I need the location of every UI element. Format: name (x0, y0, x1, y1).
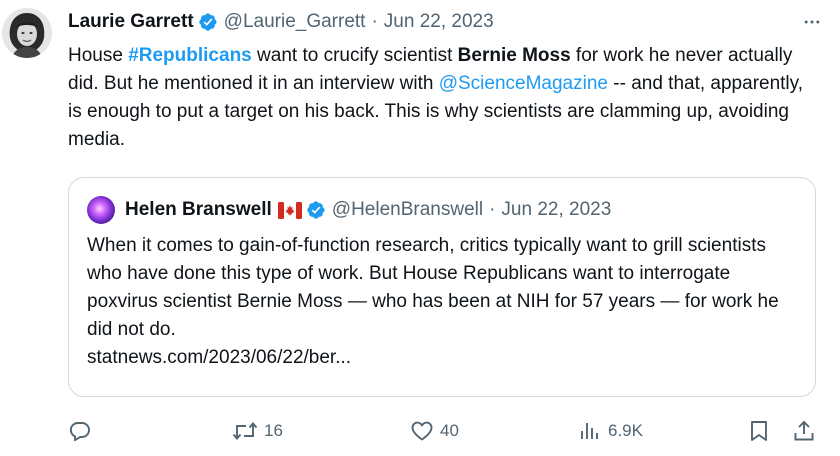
reply-button[interactable] (68, 414, 92, 448)
quote-author-name[interactable]: Helen Branswell (125, 199, 272, 221)
more-icon[interactable] (798, 8, 826, 36)
like-button[interactable]: 40 (410, 414, 459, 448)
bookmark-button[interactable] (748, 414, 770, 448)
quote-text: When it comes to gain-of-function resear… (87, 232, 799, 372)
tweet-header: Laurie Garrett @Laurie_Garrett · Jun 22,… (68, 8, 826, 36)
author-handle[interactable]: @Laurie_Garrett (224, 11, 366, 33)
tweet-content: Laurie Garrett @Laurie_Garrett · Jun 22,… (68, 8, 826, 154)
tweet-text-part: want to crucify scientist (251, 45, 458, 66)
tweet-text-part: House (68, 45, 129, 66)
quote-author-avatar[interactable] (87, 196, 115, 224)
author-avatar[interactable] (2, 8, 52, 58)
bold-name: Bernie Moss (457, 45, 571, 66)
quote-date[interactable]: Jun 22, 2023 (501, 199, 611, 221)
tweet: Laurie Garrett @Laurie_Garrett · Jun 22,… (0, 0, 840, 456)
hashtag-link[interactable]: #Republicans (128, 45, 252, 66)
verified-badge-icon[interactable] (198, 12, 218, 32)
views-count: 6.9K (608, 421, 643, 440)
action-bar: 16 40 6.9K (68, 414, 824, 448)
like-count: 40 (440, 421, 459, 440)
author-name[interactable]: Laurie Garrett (68, 11, 194, 33)
bookmark-icon (748, 419, 770, 443)
like-icon (410, 419, 434, 443)
separator-dot: · (489, 199, 496, 220)
quote-header: Helen Branswell @HelenBranswell · Jun 22… (87, 196, 797, 224)
quoted-tweet[interactable]: Helen Branswell @HelenBranswell · Jun 22… (68, 177, 816, 397)
share-button[interactable] (792, 414, 816, 448)
tweet-text: House #Republicans want to crucify scien… (68, 42, 813, 154)
retweet-icon (232, 419, 258, 443)
retweet-count: 16 (264, 421, 283, 440)
mention-link[interactable]: @ScienceMagazine (439, 73, 608, 94)
quote-link[interactable]: statnews.com/2023/06/22/ber... (87, 347, 351, 368)
share-icon (792, 419, 816, 443)
tweet-date[interactable]: Jun 22, 2023 (384, 11, 494, 33)
reply-icon (68, 419, 92, 443)
separator-dot: · (371, 11, 378, 32)
quote-body: When it comes to gain-of-function resear… (87, 235, 779, 340)
views-icon (578, 419, 602, 443)
quote-author-handle[interactable]: @HelenBranswell (332, 199, 483, 221)
views-button[interactable]: 6.9K (578, 414, 643, 448)
verified-badge-icon[interactable] (306, 200, 326, 220)
retweet-button[interactable]: 16 (232, 414, 283, 448)
canada-flag-icon (277, 201, 302, 219)
